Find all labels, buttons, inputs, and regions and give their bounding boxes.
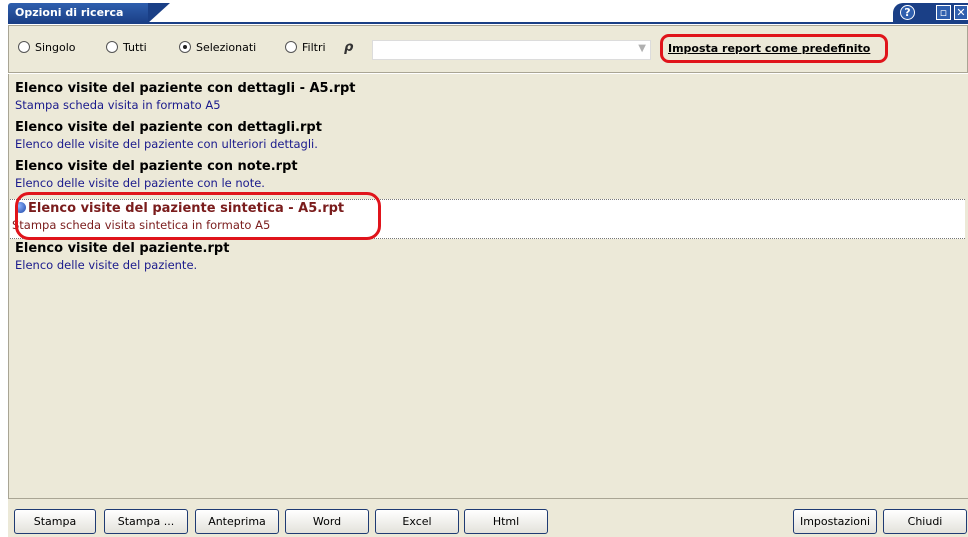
word-button[interactable]: Word	[285, 509, 369, 534]
report-description: Stampa scheda visita in formato A5	[15, 98, 221, 112]
title-tab-slant	[148, 3, 170, 23]
close-icon[interactable]: ✕	[954, 5, 968, 20]
action-bar: Stampa Stampa ... Anteprima Word Excel H…	[8, 498, 968, 537]
help-icon[interactable]: ?	[900, 5, 915, 20]
radio-selezionati-dot[interactable]	[179, 41, 191, 53]
radio-filtri-label: Filtri	[302, 41, 326, 54]
report-name: Elenco visite del paziente.rpt	[15, 241, 230, 256]
restore-icon[interactable]: ▫	[936, 5, 951, 20]
report-name: Elenco visite del paziente con note.rpt	[15, 159, 298, 174]
report-name: Elenco visite del paziente con dettagli.…	[15, 120, 322, 135]
annotation-highlight-selected-report	[15, 192, 381, 240]
title-bar: Opzioni di ricerca ? ▫ ✕	[0, 0, 968, 24]
report-description: Elenco delle visite del paziente con ult…	[15, 137, 318, 151]
stampa-button[interactable]: Stampa	[14, 509, 96, 534]
search-options-toolbar: Singolo Tutti Selezionati Filtri ρ ▼ Imp…	[8, 25, 968, 73]
chevron-down-icon[interactable]: ▼	[638, 43, 646, 54]
list-item[interactable]: Elenco visite del paziente con dettagli …	[15, 80, 965, 113]
list-item[interactable]: Elenco visite del paziente con note.rpt …	[15, 158, 965, 191]
radio-selezionati[interactable]: Selezionati	[179, 40, 256, 56]
radio-filtri[interactable]: Filtri	[285, 40, 326, 56]
radio-tutti-label: Tutti	[123, 41, 147, 54]
report-description: Elenco delle visite del paziente con le …	[15, 176, 265, 190]
html-button[interactable]: Html	[464, 509, 548, 534]
chiudi-button[interactable]: Chiudi	[883, 509, 967, 534]
annotation-highlight-set-default	[660, 34, 888, 63]
list-item[interactable]: Elenco visite del paziente.rpt Elenco de…	[15, 240, 965, 273]
title-underline	[8, 22, 968, 24]
report-name: Elenco visite del paziente con dettagli …	[15, 81, 356, 96]
excel-button[interactable]: Excel	[375, 509, 459, 534]
window-title: Opzioni di ricerca	[8, 3, 148, 23]
anteprima-button[interactable]: Anteprima	[195, 509, 279, 534]
radio-singolo[interactable]: Singolo	[18, 40, 76, 56]
impostazioni-button[interactable]: Impostazioni	[793, 509, 877, 534]
radio-singolo-dot[interactable]	[18, 41, 30, 53]
radio-singolo-label: Singolo	[35, 41, 76, 54]
report-list: Elenco visite del paziente con dettagli …	[8, 74, 968, 498]
filter-combo[interactable]: ▼	[372, 40, 651, 60]
radio-selezionati-label: Selezionati	[196, 41, 257, 54]
filter-icon[interactable]: ρ	[344, 40, 353, 55]
radio-tutti-dot[interactable]	[106, 41, 118, 53]
stampa-dialog-button[interactable]: Stampa ...	[104, 509, 188, 534]
list-item[interactable]: Elenco visite del paziente con dettagli.…	[15, 119, 965, 152]
report-description: Elenco delle visite del paziente.	[15, 258, 198, 272]
radio-tutti[interactable]: Tutti	[106, 40, 147, 56]
radio-filtri-dot[interactable]	[285, 41, 297, 53]
